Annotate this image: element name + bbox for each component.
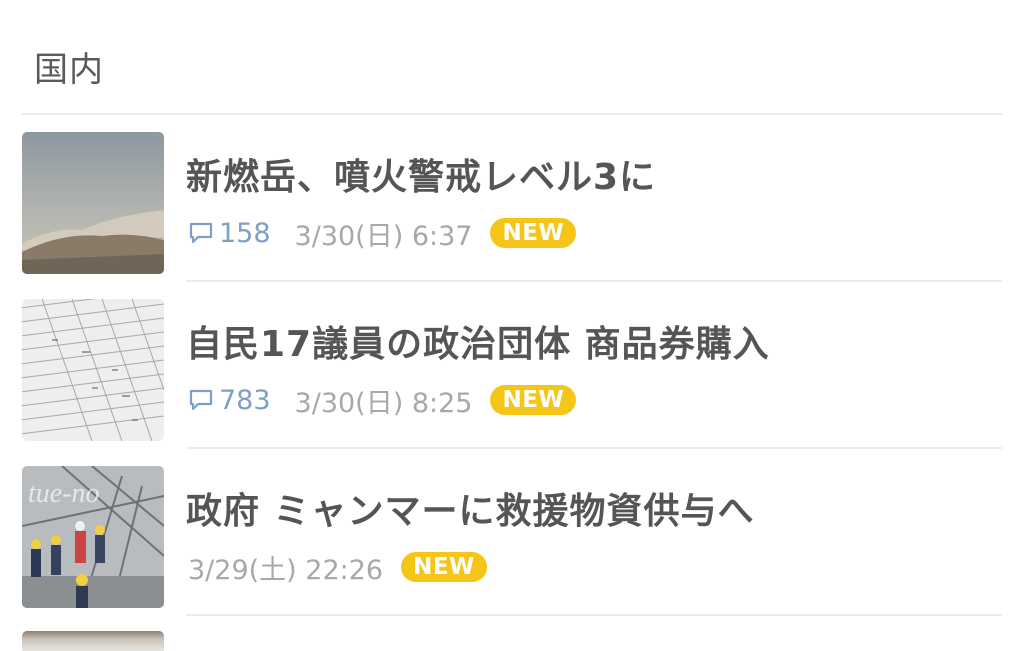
news-meta: 158 3/30(日) 6:37 NEW [188, 215, 577, 252]
new-badge: NEW [490, 385, 577, 415]
news-item[interactable]: tue-no 政府 ミャンマーに救援物資供与へ 3/29(土) 22:26 NE… [0, 449, 1024, 616]
next-item-thumbnail [22, 631, 164, 651]
volcano-thumbnail [22, 132, 164, 274]
comment-count[interactable]: 158 [188, 218, 271, 249]
new-badge: NEW [401, 552, 487, 582]
rescue-thumbnail: tue-no [22, 466, 164, 608]
section-title: 国内 [34, 50, 104, 90]
news-timestamp: 3/30(日) 6:37 [294, 220, 473, 252]
news-timestamp: 3/30(日) 8:25 [294, 387, 473, 419]
news-meta: 3/29(土) 22:26 NEW [188, 549, 487, 586]
news-meta: 783 3/30(日) 8:25 NEW [188, 382, 577, 419]
news-item[interactable]: 新燃岳、噴火警戒レベル3に 158 3/30(日) 6:37 NEW [0, 115, 1024, 282]
comment-count[interactable]: 783 [188, 385, 271, 416]
new-badge: NEW [490, 218, 577, 248]
news-timestamp: 3/29(土) 22:26 [188, 554, 384, 586]
comment-count-value: 783 [219, 384, 271, 416]
section-header: 国内 [0, 0, 1024, 115]
news-headline[interactable]: 新燃岳、噴火警戒レベル3に [186, 155, 656, 201]
news-headline[interactable]: 自民17議員の政治団体 商品券購入 [186, 322, 770, 368]
item-divider [186, 614, 1002, 616]
svg-text:tue-no: tue-no [28, 478, 100, 509]
news-headline[interactable]: 政府 ミャンマーに救援物資供与へ [186, 489, 755, 535]
news-item[interactable]: 自民17議員の政治団体 商品券購入 783 3/30(日) 8:25 NEW [0, 282, 1024, 449]
comment-icon [189, 389, 213, 411]
comment-icon [189, 222, 213, 244]
document-thumbnail [22, 299, 164, 441]
comment-count-value: 158 [219, 217, 271, 249]
